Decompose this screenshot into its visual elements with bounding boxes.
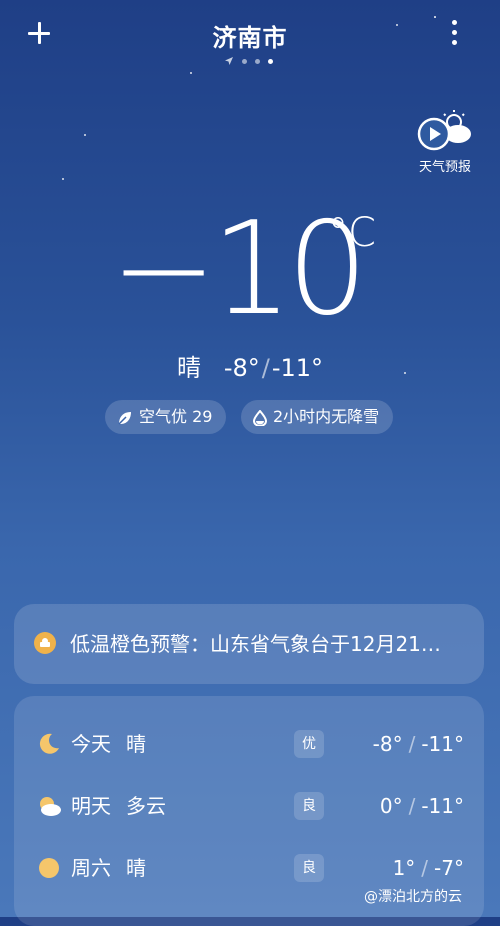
watermark: @漂泊北方的云 (364, 889, 462, 905)
precipitation-label: 2小时内无降雪 (273, 407, 380, 426)
day-temps: 0° / -11° (380, 792, 464, 820)
temperature-unit: °C (328, 210, 376, 256)
precipitation-pill[interactable]: 2小时内无降雪 (241, 400, 394, 434)
temp-separator: / (408, 794, 416, 818)
day-low: -11° (421, 794, 464, 818)
day-low: -11° (421, 732, 464, 756)
aqi-badge: 优 (294, 730, 324, 758)
play-cloud-icon (417, 110, 471, 151)
daily-row-today[interactable]: 今天 晴 优 -8° / -11° (14, 718, 484, 772)
more-dot (452, 20, 457, 25)
day-high: 0° (379, 794, 403, 818)
day-label: 明天 (71, 794, 111, 818)
weather-alert-card[interactable]: 低温橙色预警：山东省气象台于12月21… (14, 604, 484, 684)
city-title: 济南市 (212, 24, 288, 52)
day-high: 1° (392, 856, 416, 880)
day-condition: 多云 (126, 794, 166, 818)
temp-separator: / (408, 732, 416, 756)
temp-separator: / (261, 354, 270, 382)
sun-icon (39, 858, 59, 878)
aqi-badge: 良 (294, 854, 324, 882)
location-arrow-icon (225, 57, 233, 65)
drop-icon (253, 409, 267, 426)
moon-icon (39, 733, 59, 754)
star (62, 178, 64, 180)
today-summary: 晴 -8°/-11° (0, 348, 500, 383)
alert-text: 低温橙色预警：山东省气象台于12月21… (70, 632, 441, 656)
air-quality-label: 空气优 29 (139, 407, 213, 426)
temperature-value: −10 (110, 195, 368, 344)
page-dot-active[interactable] (268, 59, 273, 64)
page-dot[interactable] (242, 59, 247, 64)
more-menu-button[interactable] (444, 18, 464, 48)
page-indicator[interactable] (224, 56, 284, 68)
more-dot (452, 40, 457, 45)
day-condition: 晴 (126, 856, 146, 880)
page-dot[interactable] (255, 59, 260, 64)
current-temperature: −10 °C (110, 200, 410, 340)
weather-forecast-label: 天气预报 (418, 160, 471, 175)
day-label: 今天 (71, 732, 111, 756)
current-low: -11° (271, 354, 324, 382)
day-label: 周六 (71, 856, 111, 880)
air-quality-pill[interactable]: 空气优 29 (105, 400, 227, 434)
low-temperature-warning-icon (34, 632, 56, 654)
aqi-badge: 良 (294, 792, 324, 820)
current-high: -8° (223, 354, 260, 382)
leaf-icon (118, 411, 131, 425)
partly-cloudy-icon (40, 797, 61, 816)
more-dot (452, 30, 457, 35)
day-low: -7° (434, 856, 464, 880)
day-temps: 1° / -7° (393, 854, 464, 882)
current-condition: 晴 (176, 354, 201, 382)
day-condition: 晴 (126, 732, 146, 756)
weather-forecast-button[interactable]: 天气预报 (412, 108, 478, 175)
top-bar: 济南市 (0, 0, 500, 80)
day-temps: -8° / -11° (373, 730, 464, 758)
day-high: -8° (372, 732, 403, 756)
star (84, 134, 86, 136)
daily-row-tomorrow[interactable]: 明天 多云 良 0° / -11° (14, 780, 484, 834)
temp-separator: / (421, 856, 429, 880)
